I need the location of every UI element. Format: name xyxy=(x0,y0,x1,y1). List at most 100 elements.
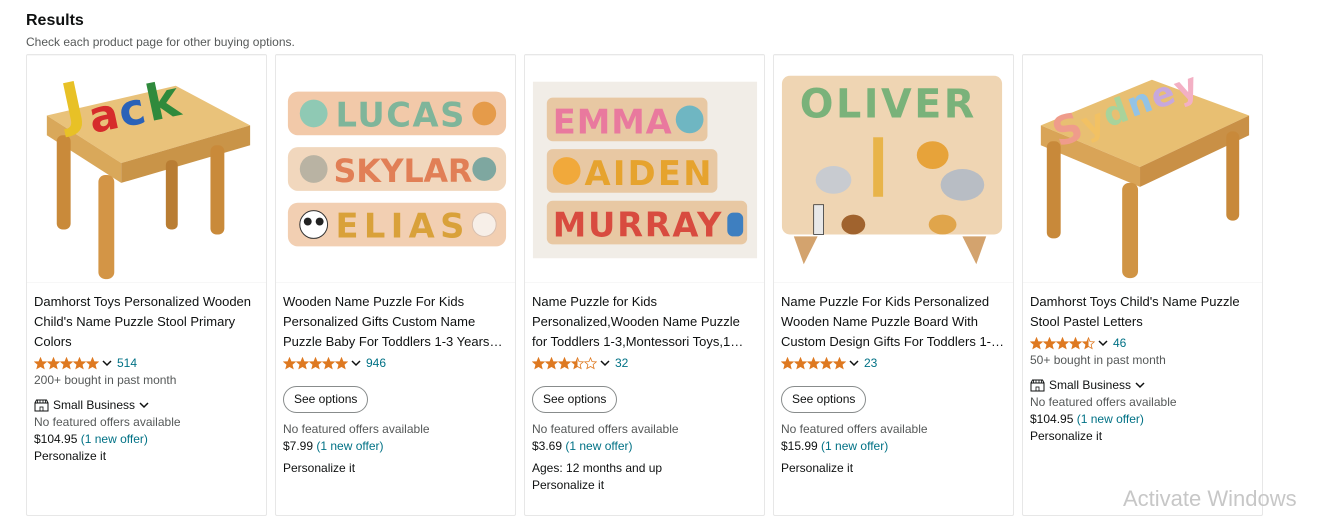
review-count-link[interactable]: 46 xyxy=(1113,336,1126,350)
product-title[interactable]: Name Puzzle For Kids Personalized Wooden… xyxy=(781,292,1006,352)
availability-text: No featured offers available xyxy=(283,422,430,436)
product-image[interactable]: LUCAS SKYLAR ELIAS xyxy=(276,55,515,283)
star-icon xyxy=(322,356,335,370)
availability-text: No featured offers available xyxy=(1030,395,1177,409)
product-card[interactable]: S y d n e y Damhorst Toys Child's Name P… xyxy=(1022,54,1263,516)
offer-link[interactable]: (1 new offer) xyxy=(821,439,888,453)
personalize-text: Personalize it xyxy=(532,478,605,492)
chevron-down-icon[interactable] xyxy=(1098,339,1108,347)
review-count-link[interactable]: 32 xyxy=(615,356,628,370)
star-icon xyxy=(335,356,348,370)
rating-row[interactable]: 46 xyxy=(1030,334,1255,352)
chevron-down-icon[interactable] xyxy=(849,359,859,367)
price-row: $7.99 (1 new offer) xyxy=(283,439,508,453)
star-rating-icon[interactable] xyxy=(283,356,348,370)
star-rating-icon[interactable] xyxy=(1030,336,1095,350)
price: $104.95 xyxy=(1030,412,1074,426)
small-business-badge[interactable]: Small Business xyxy=(34,397,259,413)
activate-windows-watermark: Activate Windows xyxy=(1123,486,1297,511)
chevron-down-icon[interactable] xyxy=(351,359,361,367)
star-rating-icon[interactable] xyxy=(34,356,99,370)
small-business-label: Small Business xyxy=(53,398,136,412)
price: $104.95 xyxy=(34,432,78,446)
see-options-button[interactable]: See options xyxy=(781,386,867,413)
star-icon xyxy=(73,356,86,370)
star-icon xyxy=(820,356,833,370)
star-icon xyxy=(309,356,322,370)
small-business-badge[interactable]: Small Business xyxy=(1030,377,1255,393)
svg-text:AIDEN: AIDEN xyxy=(585,154,712,193)
star-icon xyxy=(1030,336,1043,350)
chevron-down-icon xyxy=(1135,382,1145,389)
price: $15.99 xyxy=(781,439,818,453)
chevron-down-icon[interactable] xyxy=(600,359,610,367)
star-icon xyxy=(584,356,597,370)
star-icon xyxy=(86,356,99,370)
product-card[interactable]: J a c k Damhorst Toys Personalized Woode… xyxy=(26,54,267,516)
svg-text:OLIVER: OLIVER xyxy=(800,81,975,127)
chevron-down-icon[interactable] xyxy=(102,359,112,367)
product-image[interactable]: EMMA AIDEN MURRAY xyxy=(525,55,764,283)
rating-row[interactable]: 946 xyxy=(283,354,508,372)
storefront-icon xyxy=(1030,379,1045,391)
price-row: $3.69 (1 new offer) xyxy=(532,439,757,453)
star-icon xyxy=(1056,336,1069,350)
star-icon xyxy=(283,356,296,370)
product-card[interactable]: LUCAS SKYLAR ELIAS Wooden Name Puzzle Fo… xyxy=(275,54,516,516)
personalize-text: Personalize it xyxy=(1030,429,1103,443)
rating-row[interactable]: 514 xyxy=(34,354,259,372)
star-icon xyxy=(47,356,60,370)
price-row: $15.99 (1 new offer) xyxy=(781,439,1006,453)
product-card[interactable]: EMMA AIDEN MURRAY Name Puzzle for Kids P… xyxy=(524,54,765,516)
price: $3.69 xyxy=(532,439,563,453)
product-image[interactable]: S y d n e y xyxy=(1023,55,1262,283)
review-count-link[interactable]: 514 xyxy=(117,356,137,370)
results-heading: Results xyxy=(26,12,84,29)
star-rating-icon[interactable] xyxy=(781,356,846,370)
review-count-link[interactable]: 23 xyxy=(864,356,877,370)
star-icon xyxy=(545,356,558,370)
star-icon xyxy=(296,356,309,370)
review-count-link[interactable]: 946 xyxy=(366,356,386,370)
small-business-label: Small Business xyxy=(1049,378,1132,392)
chevron-down-icon xyxy=(139,402,149,409)
offer-link[interactable]: (1 new offer) xyxy=(316,439,383,453)
price: $7.99 xyxy=(283,439,314,453)
product-grid: J a c k Damhorst Toys Personalized Woode… xyxy=(26,54,1263,516)
offer-link[interactable]: (1 new offer) xyxy=(565,439,632,453)
rating-row[interactable]: 32 xyxy=(532,354,757,372)
personalize-text: Personalize it xyxy=(781,461,854,475)
personalize-text: Personalize it xyxy=(283,461,356,475)
results-subtitle: Check each product page for other buying… xyxy=(26,35,295,49)
storefront-icon xyxy=(34,399,49,411)
bought-text: 50+ bought in past month xyxy=(1030,353,1166,367)
product-image[interactable]: J a c k xyxy=(27,55,266,283)
see-options-button[interactable]: See options xyxy=(532,386,618,413)
svg-text:ELIAS: ELIAS xyxy=(336,206,465,245)
product-title[interactable]: Damhorst Toys Child's Name Puzzle Stool … xyxy=(1030,292,1255,332)
rating-row[interactable]: 23 xyxy=(781,354,1006,372)
product-title[interactable]: Wooden Name Puzzle For Kids Personalized… xyxy=(283,292,508,352)
availability-text: No featured offers available xyxy=(781,422,928,436)
see-options-button[interactable]: See options xyxy=(283,386,369,413)
star-icon xyxy=(1069,336,1082,350)
star-icon xyxy=(794,356,807,370)
offer-link[interactable]: (1 new offer) xyxy=(81,432,148,446)
product-image[interactable]: OLIVER xyxy=(774,55,1013,283)
availability-text: No featured offers available xyxy=(532,422,679,436)
offer-link[interactable]: (1 new offer) xyxy=(1077,412,1144,426)
star-icon xyxy=(833,356,846,370)
svg-text:SKYLAR: SKYLAR xyxy=(334,154,473,190)
svg-text:EMMA: EMMA xyxy=(553,102,672,141)
personalize-text: Personalize it xyxy=(34,449,107,463)
product-title[interactable]: Damhorst Toys Personalized Wooden Child'… xyxy=(34,292,259,352)
price-row: $104.95 (1 new offer) xyxy=(34,432,259,446)
star-icon xyxy=(34,356,47,370)
product-title[interactable]: Name Puzzle for Kids Personalized,Wooden… xyxy=(532,292,757,352)
product-card[interactable]: OLIVER Name Puzzle For Kids Personalized… xyxy=(773,54,1014,516)
star-icon xyxy=(781,356,794,370)
star-rating-icon[interactable] xyxy=(532,356,597,370)
svg-text:MURRAY: MURRAY xyxy=(553,205,722,244)
bought-text: 200+ bought in past month xyxy=(34,373,177,387)
age-range-text: Ages: 12 months and up xyxy=(532,461,663,475)
